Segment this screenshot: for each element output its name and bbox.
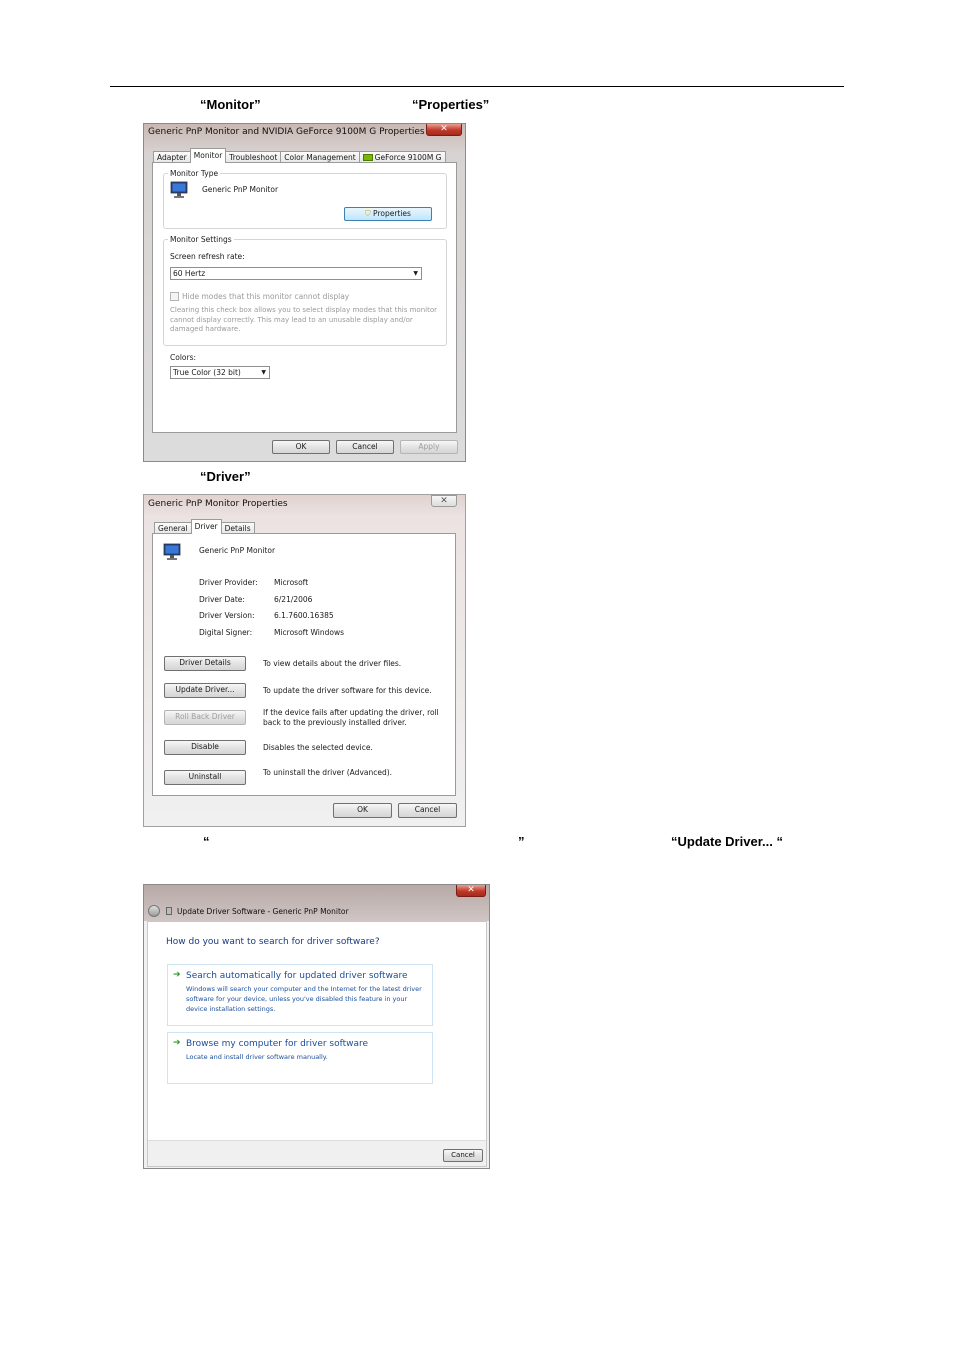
monitor-type-label: Monitor Type bbox=[168, 169, 221, 178]
driver-version-value: 6.1.7600.16385 bbox=[274, 611, 334, 620]
close-icon[interactable]: ✕ bbox=[426, 124, 462, 136]
driver-provider-value: Microsoft bbox=[274, 578, 309, 587]
roll-back-driver-button[interactable]: Roll Back Driver bbox=[164, 710, 246, 725]
monitor-icon bbox=[163, 543, 181, 560]
properties-button[interactable]: ⛉ Properties bbox=[344, 207, 432, 221]
hide-modes-checkbox[interactable] bbox=[170, 292, 179, 301]
cancel-button[interactable]: Cancel bbox=[443, 1149, 483, 1162]
caption-close-quote: ” bbox=[518, 834, 525, 849]
shield-icon: ⛉ bbox=[365, 209, 371, 218]
nvidia-icon bbox=[362, 154, 373, 161]
digital-signer-value: Microsoft Windows bbox=[274, 628, 344, 637]
window-title-bar: Update Driver Software - Generic PnP Mon… bbox=[144, 903, 489, 919]
green-arrow-icon: ➔ bbox=[173, 970, 181, 980]
monitor-settings-label: Monitor Settings bbox=[168, 235, 234, 244]
update-driver-window: ✕ Update Driver Software - Generic PnP M… bbox=[143, 884, 490, 1169]
driver-properties-window: Generic PnP Monitor Properties ✕ General… bbox=[143, 494, 466, 827]
driver-details-button[interactable]: Driver Details bbox=[164, 656, 246, 671]
window-title: Update Driver Software - Generic PnP Mon… bbox=[177, 906, 349, 916]
apply-button[interactable]: Apply bbox=[400, 440, 458, 454]
refresh-rate-label: Screen refresh rate: bbox=[170, 252, 245, 261]
uninstall-button[interactable]: Uninstall bbox=[164, 770, 246, 785]
ok-button[interactable]: OK bbox=[272, 440, 330, 454]
browse-computer-desc: Locate and install driver software manua… bbox=[186, 1053, 328, 1061]
back-arrow-icon[interactable] bbox=[148, 905, 160, 917]
disable-button[interactable]: Disable bbox=[164, 740, 246, 755]
monitor-settings-group: Monitor Settings Screen refresh rate: 60… bbox=[163, 235, 447, 346]
roll-back-driver-desc: If the device fails after updating the d… bbox=[263, 708, 439, 727]
ok-button[interactable]: OK bbox=[333, 803, 392, 818]
colors-label: Colors: bbox=[170, 353, 197, 362]
digital-signer-label: Digital Signer: bbox=[199, 628, 253, 637]
device-name: Generic PnP Monitor bbox=[199, 546, 276, 555]
window-title: Generic PnP Monitor and NVIDIA GeForce 9… bbox=[148, 127, 425, 137]
caption-driver: “Driver” bbox=[200, 469, 251, 484]
close-icon[interactable]: ✕ bbox=[431, 495, 457, 507]
device-small-icon bbox=[166, 907, 172, 915]
header-rule bbox=[110, 86, 844, 87]
tab-driver[interactable]: Driver bbox=[190, 519, 222, 534]
window-title: Generic PnP Monitor Properties bbox=[148, 499, 288, 509]
hide-modes-warning: Clearing this check box allows you to se… bbox=[170, 306, 438, 333]
wizard-footer bbox=[148, 1140, 486, 1166]
tab-panel: Monitor Type Generic PnP Monitor ⛉ Prope… bbox=[152, 162, 457, 433]
wizard-heading: How do you want to search for driver sof… bbox=[166, 937, 380, 947]
search-automatically-option[interactable]: ➔ Search automatically for updated drive… bbox=[167, 964, 433, 1026]
chevron-down-icon: ▼ bbox=[261, 369, 266, 376]
browse-computer-option[interactable]: ➔ Browse my computer for driver software… bbox=[167, 1032, 433, 1084]
search-automatically-desc: Windows will search your computer and th… bbox=[186, 985, 422, 1013]
tab-panel: Generic PnP Monitor Driver Provider: Mic… bbox=[152, 533, 456, 796]
driver-version-label: Driver Version: bbox=[199, 611, 255, 620]
chevron-down-icon: ▼ bbox=[413, 270, 418, 277]
tab-monitor[interactable]: Monitor bbox=[189, 148, 227, 163]
disable-desc: Disables the selected device. bbox=[263, 743, 373, 752]
driver-details-desc: To view details about the driver files. bbox=[263, 659, 402, 668]
tab-strip: General Driver Details bbox=[154, 519, 255, 534]
update-driver-button[interactable]: Update Driver... bbox=[164, 683, 246, 698]
caption-open-quote: “ bbox=[203, 834, 210, 849]
close-icon[interactable]: ✕ bbox=[456, 885, 486, 897]
monitor-type-group: Monitor Type Generic PnP Monitor ⛉ Prope… bbox=[163, 169, 447, 229]
hide-modes-label: Hide modes that this monitor cannot disp… bbox=[182, 292, 350, 301]
colors-select[interactable]: True Color (32 bit) ▼ bbox=[170, 366, 270, 379]
monitor-properties-window: Generic PnP Monitor and NVIDIA GeForce 9… bbox=[143, 123, 466, 462]
green-arrow-icon: ➔ bbox=[173, 1038, 181, 1048]
tab-strip: Adapter Monitor Troubleshoot Color Manag… bbox=[153, 148, 446, 163]
wizard-body: How do you want to search for driver sof… bbox=[147, 921, 487, 1167]
refresh-rate-select[interactable]: 60 Hertz ▼ bbox=[170, 267, 422, 280]
cancel-button[interactable]: Cancel bbox=[398, 803, 457, 818]
caption-properties: “Properties” bbox=[412, 97, 490, 112]
driver-provider-label: Driver Provider: bbox=[199, 578, 258, 587]
browse-computer-title: Browse my computer for driver software bbox=[186, 1039, 369, 1049]
search-automatically-title: Search automatically for updated driver … bbox=[186, 971, 408, 981]
window-title-bar: Generic PnP Monitor and NVIDIA GeForce 9… bbox=[144, 124, 465, 140]
caption-update-driver: “Update Driver... “ bbox=[671, 834, 783, 849]
monitor-name: Generic PnP Monitor bbox=[202, 185, 279, 194]
driver-date-value: 6/21/2006 bbox=[274, 595, 313, 604]
uninstall-desc: To uninstall the driver (Advanced). bbox=[263, 768, 393, 777]
monitor-icon bbox=[170, 181, 188, 198]
update-driver-desc: To update the driver software for this d… bbox=[263, 686, 432, 695]
window-title-bar: Generic PnP Monitor Properties bbox=[144, 495, 465, 513]
caption-monitor: “Monitor” bbox=[200, 97, 261, 112]
cancel-button[interactable]: Cancel bbox=[336, 440, 394, 454]
driver-date-label: Driver Date: bbox=[199, 595, 245, 604]
